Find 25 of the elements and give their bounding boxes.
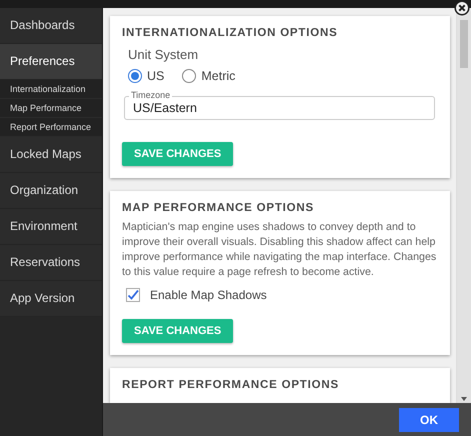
sidebar-item[interactable]: Preferences — [0, 44, 102, 80]
sidebar-item[interactable]: App Version — [0, 281, 102, 317]
checkbox-icon[interactable] — [126, 288, 140, 302]
sidebar-item[interactable]: Environment — [0, 209, 102, 245]
radio-icon[interactable] — [128, 69, 142, 83]
sidebar-subitem[interactable]: Report Performance — [0, 118, 102, 137]
ok-button[interactable]: OK — [399, 408, 459, 432]
sidebar-item[interactable]: Organization — [0, 173, 102, 209]
sidebar-item[interactable]: Reservations — [0, 245, 102, 281]
close-icon[interactable] — [454, 0, 470, 16]
field-label: Timezone — [129, 89, 172, 101]
field-label: Unit System — [128, 47, 200, 62]
checkbox-option[interactable]: Enable Map Shadows — [126, 288, 267, 302]
radio-option[interactable]: US — [128, 69, 164, 83]
section-title: MAP PERFORMANCE OPTIONS — [122, 202, 315, 214]
sidebar-item[interactable]: Locked Maps — [0, 137, 102, 173]
section-title: INTERNATIONALIZATION OPTIONS — [122, 27, 339, 39]
radio-option[interactable]: Metric — [182, 69, 236, 83]
sidebar-subitem[interactable]: Map Performance — [0, 99, 102, 118]
scrollbar[interactable] — [456, 8, 471, 403]
sidebar-item[interactable]: Dashboards — [0, 8, 102, 44]
radio-icon[interactable] — [182, 69, 196, 83]
description-text: Maptician's map engine uses shadows to convey depth and to improve their overall visuals. Disabling this shadow affect can help improve performance while navigating the map interface. Changes to this value require a page refresh to become active. — [122, 220, 438, 280]
section-title: REPORT PERFORMANCE OPTIONS — [122, 379, 340, 391]
sidebar-subitem[interactable]: Internationalization — [0, 80, 102, 99]
